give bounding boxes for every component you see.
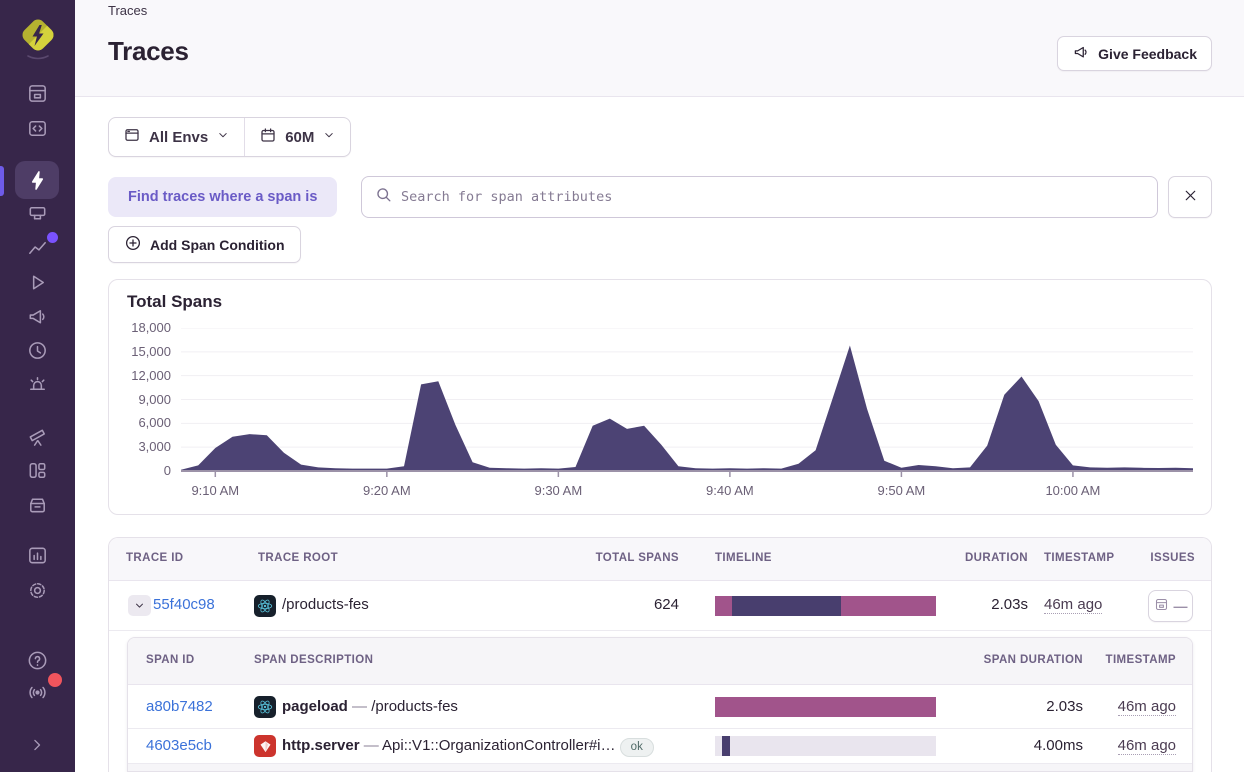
search-icon xyxy=(374,185,393,209)
spans-table-header: SPAN ID SPAN DESCRIPTION SPAN DURATION T… xyxy=(128,638,1192,685)
total-spans-chart-panel: Total Spans 03,0006,0009,00012,00015,000… xyxy=(108,279,1212,515)
give-feedback-button[interactable]: Give Feedback xyxy=(1057,36,1212,71)
settings-icon[interactable] xyxy=(15,573,59,607)
environment-filter[interactable]: All Envs xyxy=(109,118,244,156)
plus-circle-icon xyxy=(124,234,142,255)
topbar: Traces Traces Give Feedback xyxy=(75,0,1244,97)
react-icon xyxy=(254,696,276,718)
active-nav-indicator xyxy=(0,166,4,196)
trace-duration: 2.03s xyxy=(928,596,1028,613)
span-search-box xyxy=(361,176,1158,218)
col-total-spans: TOTAL SPANS xyxy=(579,552,679,564)
add-span-condition-button[interactable]: Add Span Condition xyxy=(108,226,301,263)
col-trace-id: TRACE ID xyxy=(126,552,184,564)
calendar-icon xyxy=(259,126,277,148)
span-id-link[interactable]: a80b7482 xyxy=(146,698,213,715)
trace-timeline-bar xyxy=(715,596,936,616)
dashboards-icon[interactable] xyxy=(15,453,59,487)
insights-icon[interactable] xyxy=(15,230,59,264)
sidebar xyxy=(0,0,75,772)
find-traces-label: Find traces where a span is xyxy=(108,177,337,217)
help-icon[interactable] xyxy=(15,643,59,677)
ruby-icon xyxy=(254,735,276,757)
chart-title: Total Spans xyxy=(127,292,222,312)
trace-id-link[interactable]: 55f40c98 xyxy=(153,596,215,613)
issues-icon[interactable] xyxy=(15,76,59,110)
span-id-link[interactable]: 4603e5cb xyxy=(146,737,212,754)
total-spans-area-chart xyxy=(181,328,1193,478)
explore-icon[interactable] xyxy=(15,111,59,145)
trace-root: /products-fes xyxy=(282,596,369,613)
span-status-badge: ok xyxy=(620,738,654,757)
span-description: /products-fes xyxy=(371,698,458,715)
issues-count-dash: — xyxy=(1174,598,1188,614)
archive-icon[interactable] xyxy=(15,487,59,521)
span-row[interactable]: 4603e5cb http.server — Api::V1::Organiza… xyxy=(128,729,1192,764)
col-span-duration: SPAN DURATION xyxy=(963,654,1083,666)
replays-icon[interactable] xyxy=(15,265,59,299)
col-duration: DURATION xyxy=(928,552,1028,564)
discover-icon[interactable] xyxy=(15,419,59,453)
page-title: Traces xyxy=(108,36,189,67)
collapse-icon[interactable] xyxy=(15,728,59,762)
col-timeline: TIMELINE xyxy=(715,552,772,564)
col-span-timestamp: TIMESTAMP xyxy=(1076,654,1176,666)
megaphone-icon xyxy=(1072,43,1090,64)
trace-row[interactable]: 55f40c98 /products-fes 624 2.03s 46m ago… xyxy=(109,581,1211,631)
traces-icon[interactable] xyxy=(15,161,59,199)
releases-icon[interactable] xyxy=(15,333,59,367)
span-timeline-bar xyxy=(715,697,936,717)
clear-search-button[interactable] xyxy=(1168,176,1212,218)
chevron-down-icon xyxy=(216,128,230,146)
col-trace-root: TRACE ROOT xyxy=(258,552,338,564)
span-timeline-bar xyxy=(715,736,936,756)
span-description: Api::V1::OrganizationController#i… xyxy=(382,737,615,754)
span-row[interactable]: a80b7482 pageload — /products-fes 2.03s … xyxy=(128,685,1192,729)
broadcast-icon[interactable] xyxy=(15,675,59,709)
issues-icon xyxy=(1154,597,1169,615)
filter-bar: All Envs 60M xyxy=(108,117,351,157)
chevron-down-icon xyxy=(322,128,336,146)
search-input[interactable] xyxy=(401,189,1145,205)
window-icon xyxy=(123,126,141,148)
span-duration: 2.03s xyxy=(963,698,1083,715)
span-op: http.server xyxy=(282,737,360,754)
close-icon xyxy=(1182,187,1199,207)
span-timestamp-link[interactable]: 46m ago xyxy=(1118,737,1176,755)
span-duration: 4.00ms xyxy=(963,737,1083,754)
col-issues: ISSUES xyxy=(1095,552,1195,564)
total-spans-value: 624 xyxy=(579,596,679,613)
trace-issues-button[interactable]: — xyxy=(1148,590,1193,622)
col-span-description: SPAN DESCRIPTION xyxy=(254,654,373,666)
feedback-icon[interactable] xyxy=(15,299,59,333)
collapse-trace-button[interactable] xyxy=(128,595,151,616)
breadcrumb[interactable]: Traces xyxy=(108,3,147,18)
broadcast-notification-dot xyxy=(48,673,62,687)
sentry-logo[interactable] xyxy=(16,14,60,62)
span-op: pageload xyxy=(282,698,348,715)
col-span-id: SPAN ID xyxy=(146,654,195,666)
traces-table-header: TRACE ID TRACE ROOT TOTAL SPANS TIMELINE… xyxy=(109,538,1211,581)
span-timestamp-link[interactable]: 46m ago xyxy=(1118,698,1176,716)
time-range-filter[interactable]: 60M xyxy=(244,118,350,156)
insights-notification-dot xyxy=(47,232,58,243)
performance-icon[interactable] xyxy=(15,196,59,230)
alerts-icon[interactable] xyxy=(15,367,59,401)
spans-table: SPAN ID SPAN DESCRIPTION SPAN DURATION T… xyxy=(127,637,1193,772)
traces-page: Traces Traces Give Feedback All Envs 60M xyxy=(0,0,1244,772)
react-icon xyxy=(254,595,276,617)
next-row-partial xyxy=(128,764,1192,772)
trace-timestamp-link[interactable]: 46m ago xyxy=(1044,596,1102,614)
stats-icon[interactable] xyxy=(15,538,59,572)
